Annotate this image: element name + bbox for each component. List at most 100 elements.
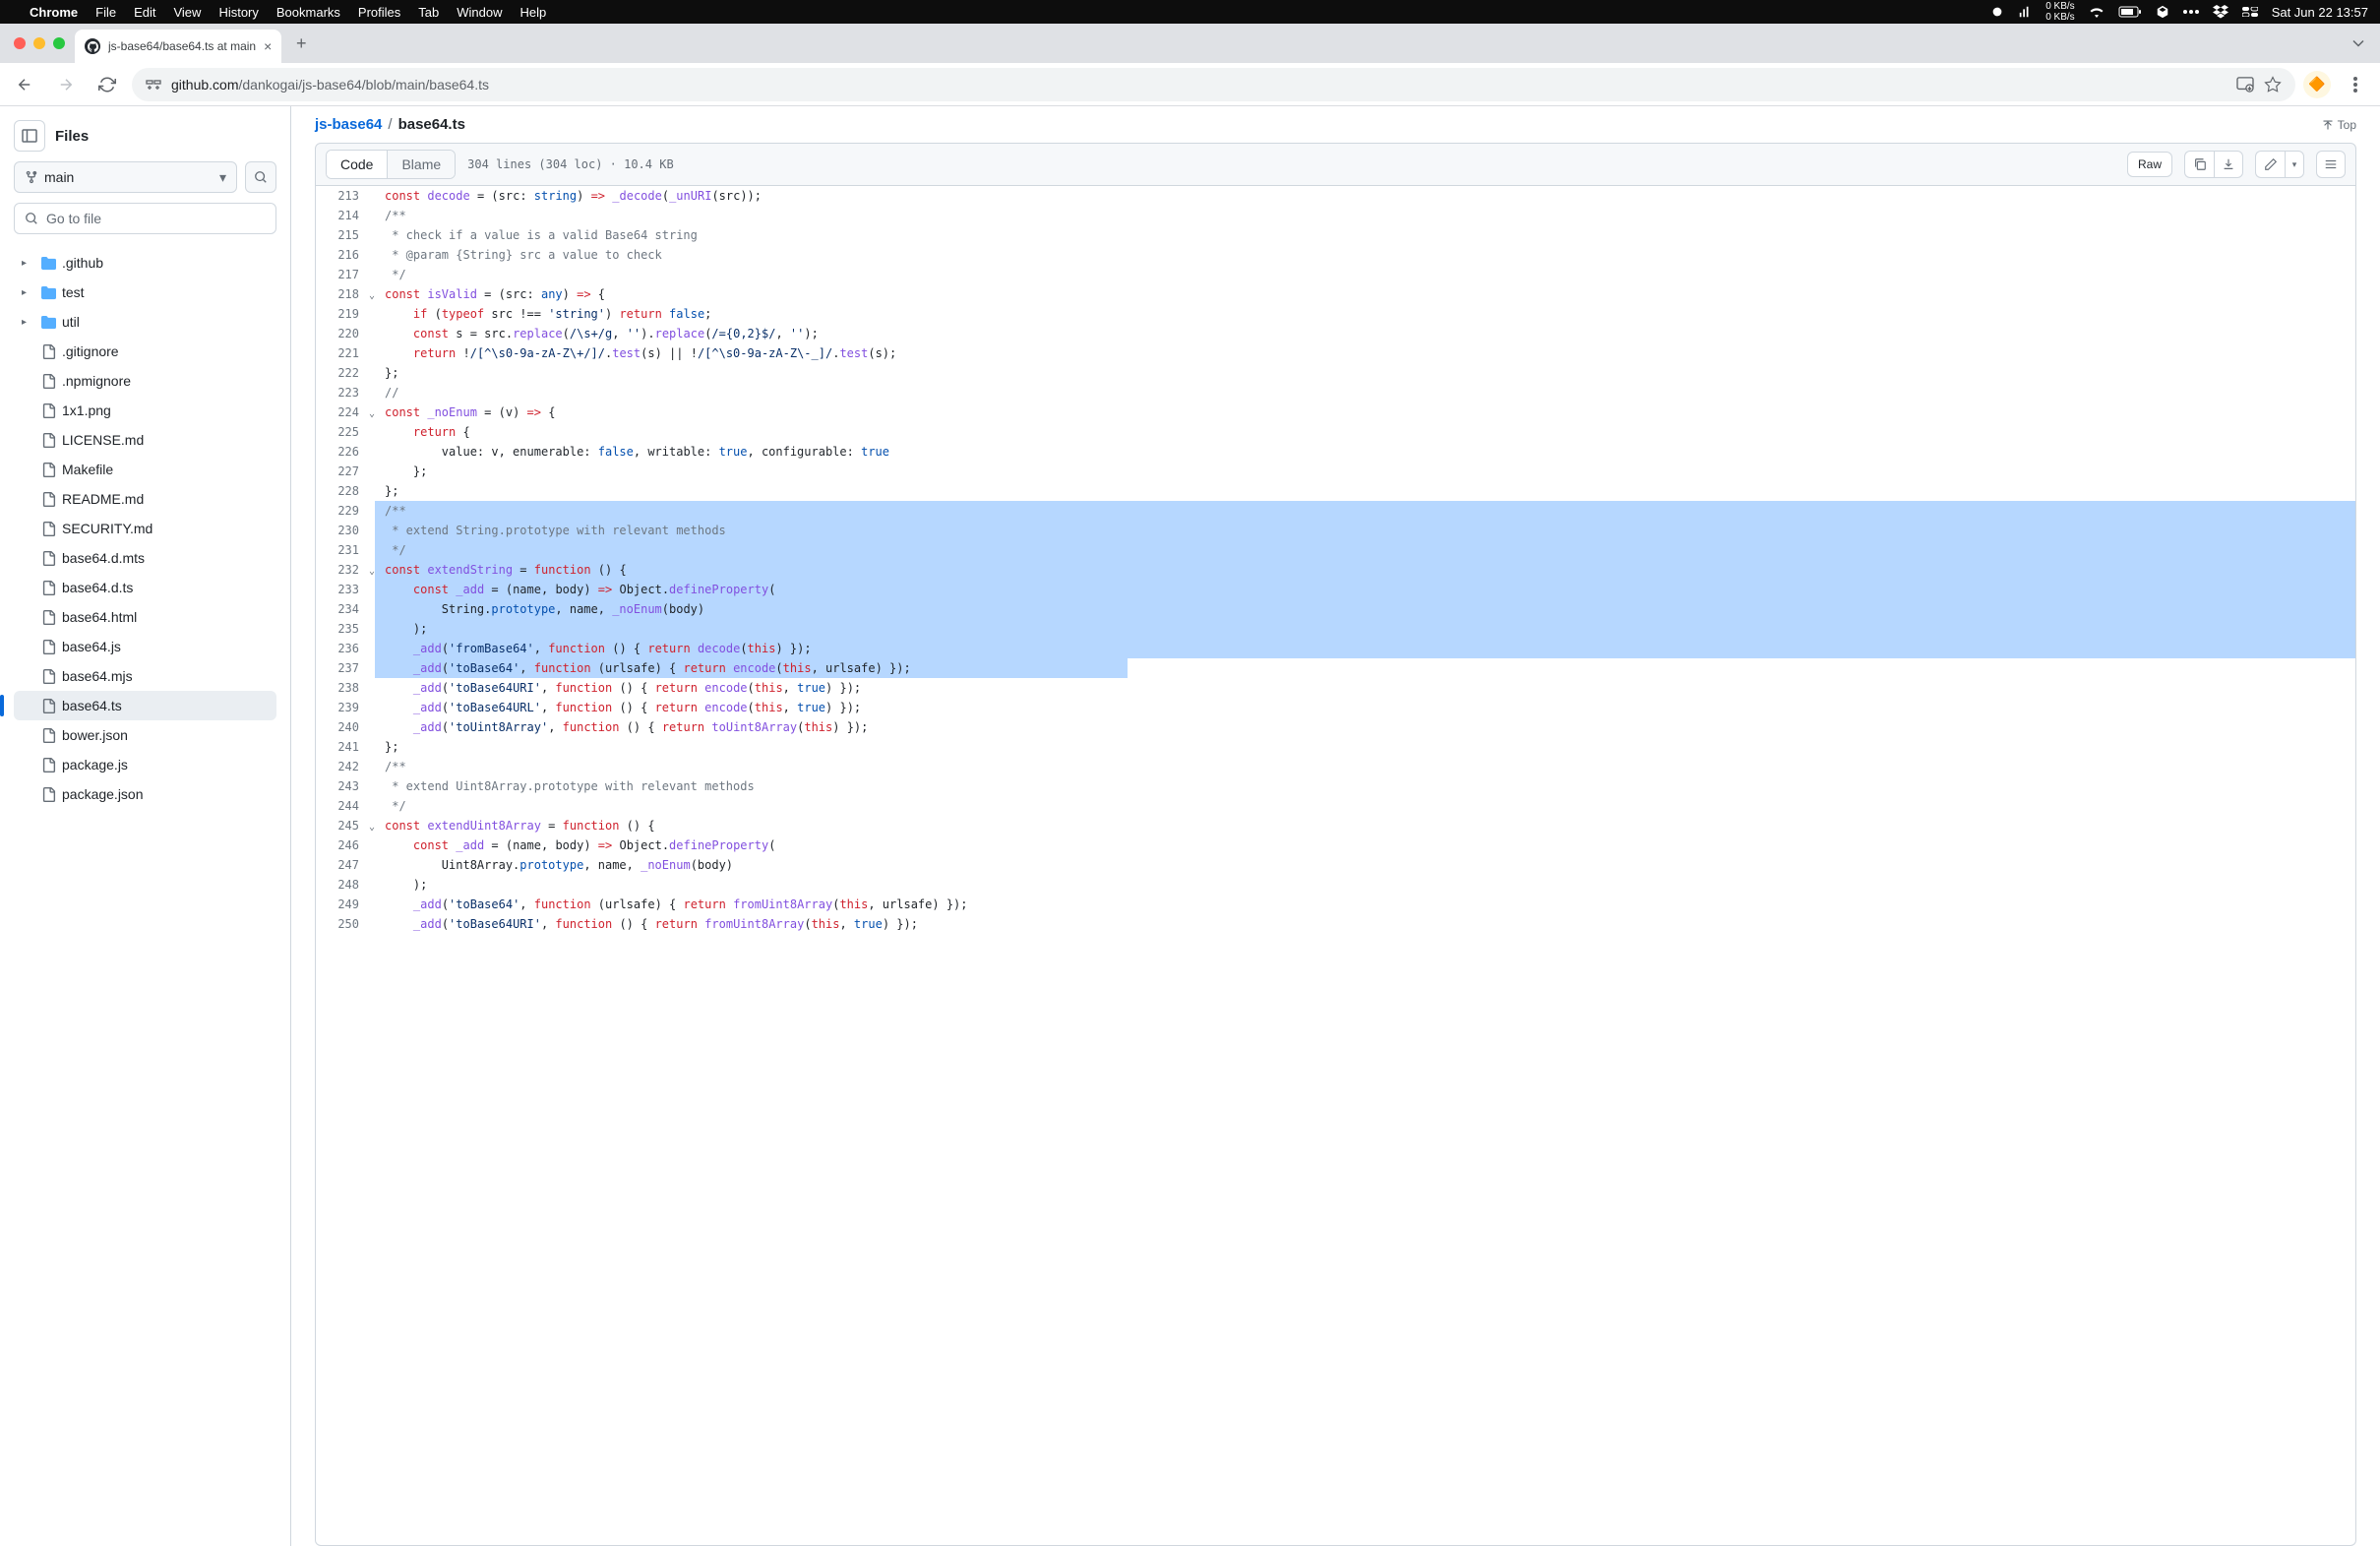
- blame-tab[interactable]: Blame: [388, 151, 455, 178]
- code-content[interactable]: //: [375, 383, 2355, 402]
- line-number[interactable]: 236: [316, 639, 375, 658]
- clock[interactable]: Sat Jun 22 13:57: [2272, 5, 2368, 20]
- address-bar[interactable]: github.com/dankogai/js-base64/blob/main/…: [132, 68, 2295, 101]
- code-line[interactable]: 220 const s = src.replace(/\s+/g, '').re…: [316, 324, 2355, 343]
- code-content[interactable]: _add('toBase64', function (urlsafe) { re…: [375, 895, 2355, 914]
- line-number[interactable]: 216: [316, 245, 375, 265]
- menu-history[interactable]: History: [218, 5, 258, 20]
- tree-file[interactable]: package.json: [14, 779, 276, 809]
- code-line[interactable]: 218⌄const isValid = (src: any) => {: [316, 284, 2355, 304]
- menu-bookmarks[interactable]: Bookmarks: [276, 5, 340, 20]
- tree-file[interactable]: SECURITY.md: [14, 514, 276, 543]
- code-content[interactable]: const decode = (src: string) => _decode(…: [375, 186, 2355, 206]
- code-content[interactable]: * extend String.prototype with relevant …: [375, 521, 2355, 540]
- forward-button[interactable]: [49, 68, 83, 101]
- code-view[interactable]: 213const decode = (src: string) => _deco…: [315, 186, 2356, 1546]
- code-line[interactable]: 215 * check if a value is a valid Base64…: [316, 225, 2355, 245]
- chrome-menu-icon[interactable]: [2339, 68, 2372, 101]
- code-content[interactable]: const extendUint8Array = function () {: [375, 816, 2355, 835]
- code-line[interactable]: 238 _add('toBase64URI', function () { re…: [316, 678, 2355, 698]
- code-content[interactable]: /**: [375, 757, 2355, 776]
- line-number[interactable]: 237: [316, 658, 375, 678]
- bookmark-icon[interactable]: [2264, 76, 2282, 93]
- line-number[interactable]: 220: [316, 324, 375, 343]
- edit-menu-button[interactable]: ▾: [2285, 151, 2304, 178]
- window-close[interactable]: [14, 37, 26, 49]
- code-content[interactable]: _add('toBase64URI', function () { return…: [375, 914, 2355, 934]
- tree-folder[interactable]: ▸util: [14, 307, 276, 337]
- line-number[interactable]: 242: [316, 757, 375, 776]
- copy-button[interactable]: [2184, 151, 2214, 178]
- line-number[interactable]: 235: [316, 619, 375, 639]
- line-number[interactable]: 218⌄: [316, 284, 375, 304]
- line-number[interactable]: 224⌄: [316, 402, 375, 422]
- code-line[interactable]: 235 );: [316, 619, 2355, 639]
- tree-file[interactable]: package.js: [14, 750, 276, 779]
- line-number[interactable]: 214: [316, 206, 375, 225]
- code-content[interactable]: const _noEnum = (v) => {: [375, 402, 2355, 422]
- app-name[interactable]: Chrome: [30, 5, 78, 20]
- line-number[interactable]: 229: [316, 501, 375, 521]
- search-files-button[interactable]: [245, 161, 276, 193]
- code-content[interactable]: };: [375, 462, 2355, 481]
- overflow-icon[interactable]: [2183, 10, 2199, 14]
- extension-icon[interactable]: 🔶: [2303, 71, 2331, 98]
- code-content[interactable]: * check if a value is a valid Base64 str…: [375, 225, 2355, 245]
- goto-file-input[interactable]: Go to file: [14, 203, 276, 234]
- menu-view[interactable]: View: [173, 5, 201, 20]
- menu-help[interactable]: Help: [520, 5, 547, 20]
- code-content[interactable]: _add('toBase64URI', function () { return…: [375, 678, 2355, 698]
- code-content[interactable]: return !/[^\s0-9a-zA-Z\+/]/.test(s) || !…: [375, 343, 2355, 363]
- line-number[interactable]: 239: [316, 698, 375, 717]
- branch-selector[interactable]: main ▾: [14, 161, 237, 193]
- code-line[interactable]: 213const decode = (src: string) => _deco…: [316, 186, 2355, 206]
- code-line[interactable]: 223//: [316, 383, 2355, 402]
- line-number[interactable]: 231: [316, 540, 375, 560]
- code-content[interactable]: */: [375, 540, 2355, 560]
- code-line[interactable]: 219 if (typeof src !== 'string') return …: [316, 304, 2355, 324]
- edit-button[interactable]: [2255, 151, 2285, 178]
- tree-file[interactable]: base64.mjs: [14, 661, 276, 691]
- menu-file[interactable]: File: [95, 5, 116, 20]
- code-line[interactable]: 248 );: [316, 875, 2355, 895]
- files-panel-icon[interactable]: [14, 120, 45, 152]
- code-line[interactable]: 243 * extend Uint8Array.prototype with r…: [316, 776, 2355, 796]
- tree-file[interactable]: .gitignore: [14, 337, 276, 366]
- code-line[interactable]: 221 return !/[^\s0-9a-zA-Z\+/]/.test(s) …: [316, 343, 2355, 363]
- code-line[interactable]: 246 const _add = (name, body) => Object.…: [316, 835, 2355, 855]
- code-line[interactable]: 250 _add('toBase64URI', function () { re…: [316, 914, 2355, 934]
- back-button[interactable]: [8, 68, 41, 101]
- line-number[interactable]: 243: [316, 776, 375, 796]
- code-line[interactable]: 222};: [316, 363, 2355, 383]
- download-button[interactable]: [2214, 151, 2243, 178]
- menu-profiles[interactable]: Profiles: [358, 5, 400, 20]
- line-number[interactable]: 233: [316, 580, 375, 599]
- reload-button[interactable]: [91, 68, 124, 101]
- line-number[interactable]: 222: [316, 363, 375, 383]
- line-number[interactable]: 230: [316, 521, 375, 540]
- tab-overflow-icon[interactable]: [2345, 35, 2372, 51]
- code-content[interactable]: _add('toBase64URL', function () { return…: [375, 698, 2355, 717]
- menu-tab[interactable]: Tab: [418, 5, 439, 20]
- wifi-icon[interactable]: [2089, 6, 2105, 18]
- code-content[interactable]: );: [375, 875, 2355, 895]
- code-line[interactable]: 245⌄const extendUint8Array = function ()…: [316, 816, 2355, 835]
- tree-file[interactable]: bower.json: [14, 720, 276, 750]
- code-line[interactable]: 233 const _add = (name, body) => Object.…: [316, 580, 2355, 599]
- dropbox-icon[interactable]: [2213, 5, 2228, 19]
- code-line[interactable]: 217 */: [316, 265, 2355, 284]
- fold-icon[interactable]: ⌄: [369, 562, 375, 582]
- line-number[interactable]: 247: [316, 855, 375, 875]
- code-content[interactable]: const _add = (name, body) => Object.defi…: [375, 835, 2355, 855]
- line-number[interactable]: 226: [316, 442, 375, 462]
- code-line[interactable]: 214/**: [316, 206, 2355, 225]
- code-line[interactable]: 234 String.prototype, name, _noEnum(body…: [316, 599, 2355, 619]
- code-line[interactable]: 231 */: [316, 540, 2355, 560]
- code-line[interactable]: 226 value: v, enumerable: false, writabl…: [316, 442, 2355, 462]
- symbols-button[interactable]: [2316, 151, 2346, 178]
- code-line[interactable]: 242/**: [316, 757, 2355, 776]
- code-line[interactable]: 216 * @param {String} src a value to che…: [316, 245, 2355, 265]
- fold-icon[interactable]: ⌄: [369, 404, 375, 424]
- line-number[interactable]: 234: [316, 599, 375, 619]
- code-content[interactable]: Uint8Array.prototype, name, _noEnum(body…: [375, 855, 2355, 875]
